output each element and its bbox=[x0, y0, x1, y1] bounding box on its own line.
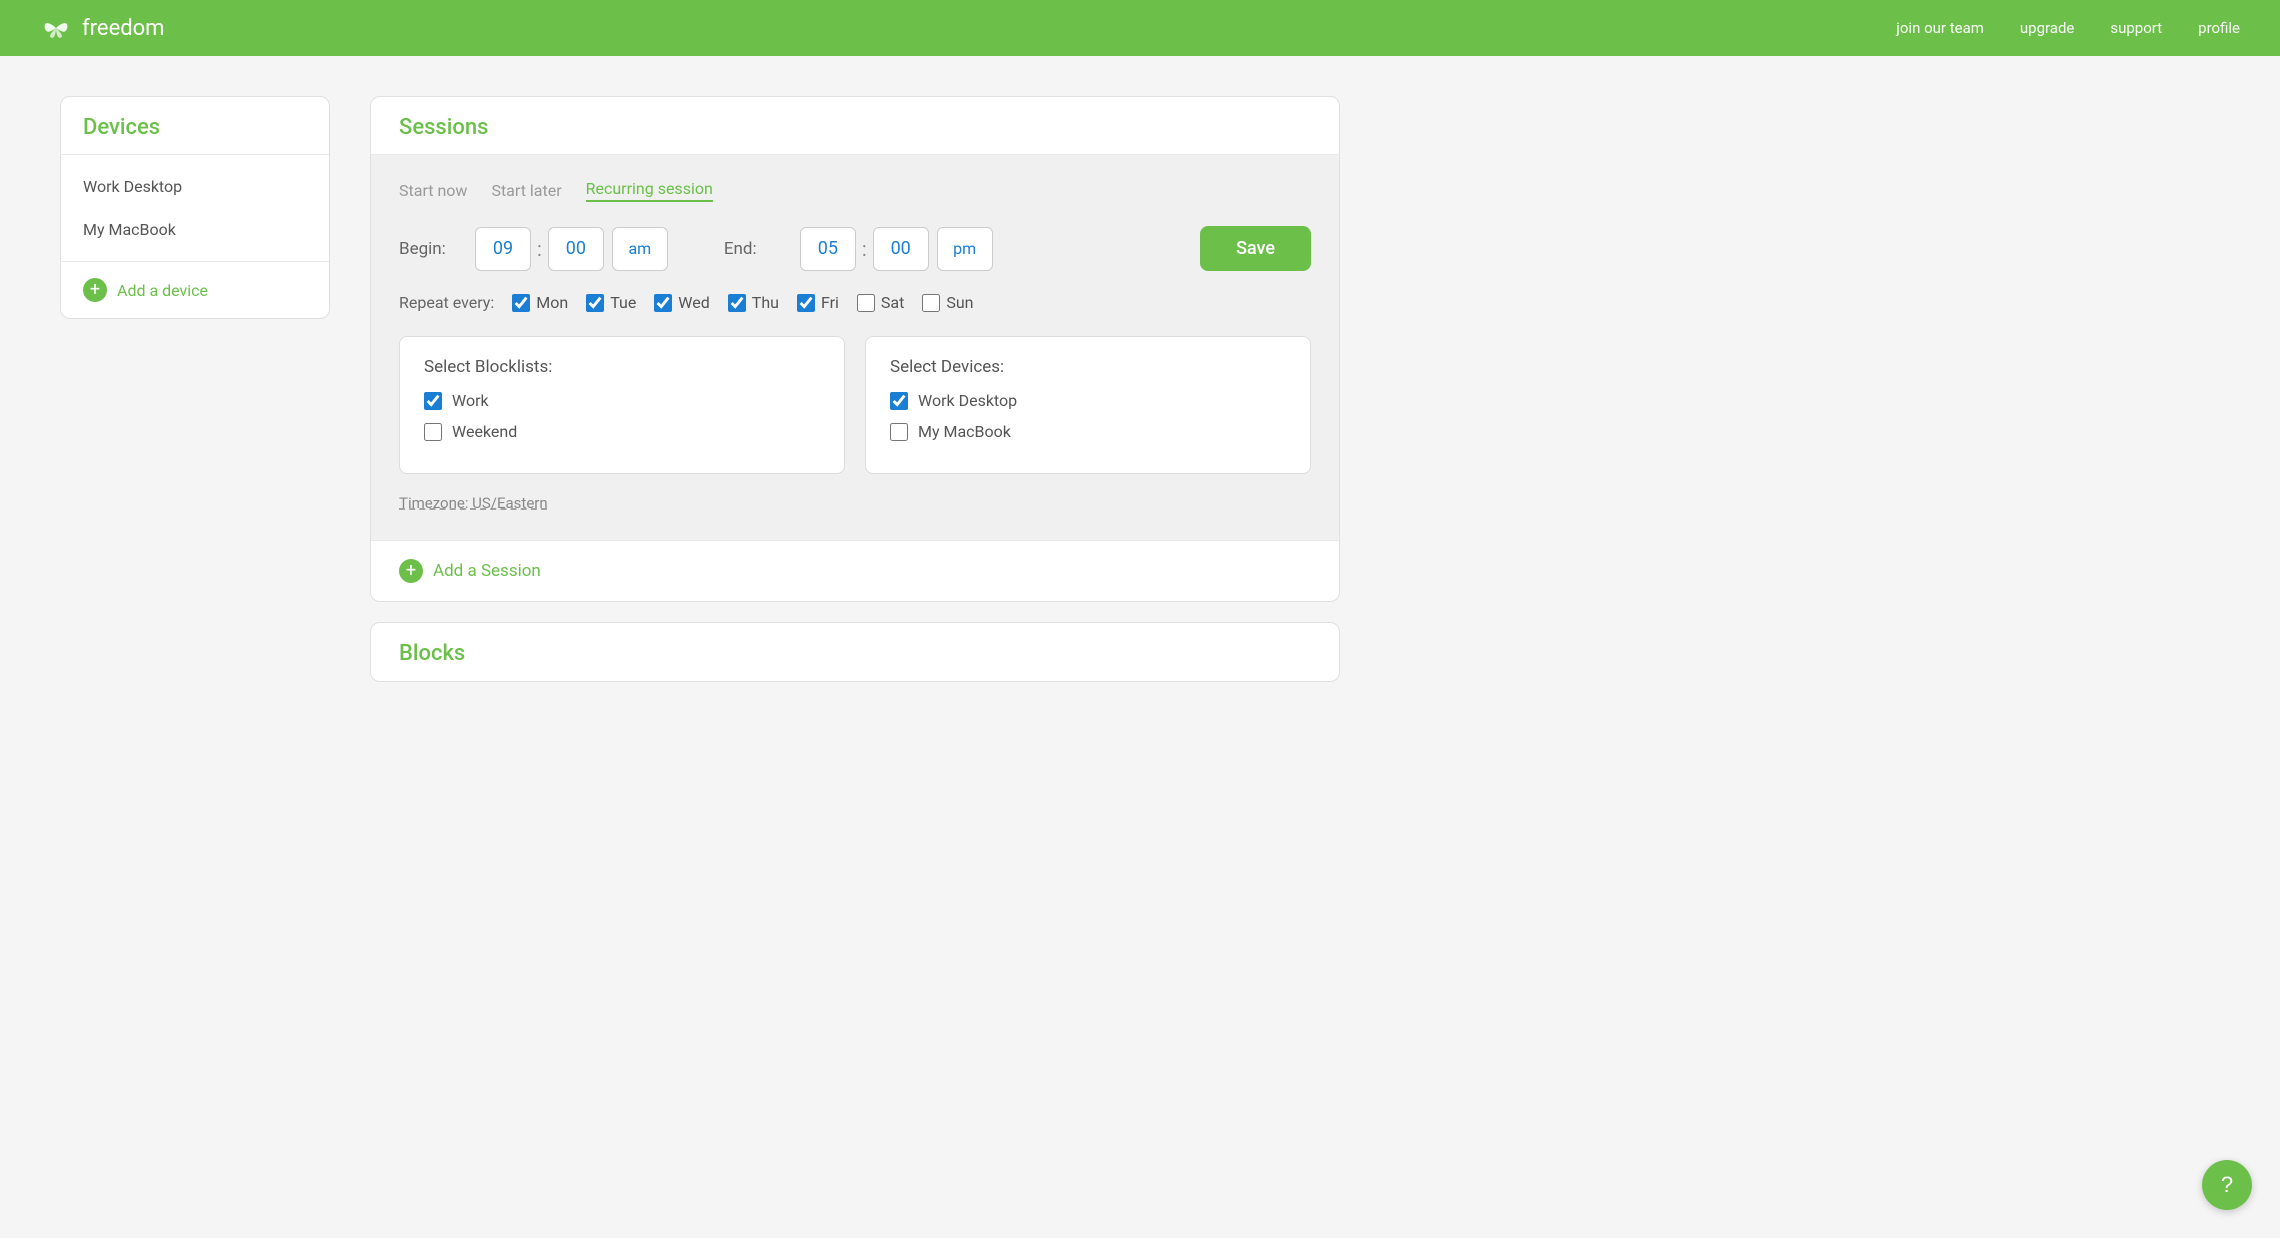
time-row: Begin: : End: : bbox=[399, 226, 1311, 271]
blocklist-weekend-label: Weekend bbox=[452, 422, 517, 441]
day-mon[interactable]: Mon bbox=[512, 293, 568, 312]
add-device-label: Add a device bbox=[117, 281, 208, 300]
sidebar-header: Devices bbox=[61, 97, 329, 155]
day-tue-checkbox[interactable] bbox=[586, 294, 604, 312]
day-wed-label: Wed bbox=[678, 293, 709, 312]
begin-min-input[interactable] bbox=[548, 227, 604, 271]
add-session-row: + Add a Session bbox=[371, 540, 1339, 601]
day-sat-label: Sat bbox=[881, 293, 904, 312]
add-device-icon: + bbox=[83, 278, 107, 302]
select-device-macbook-label: My MacBook bbox=[918, 422, 1011, 441]
main-nav: join our team upgrade support profile bbox=[1896, 19, 2240, 37]
day-sat-checkbox[interactable] bbox=[857, 294, 875, 312]
select-devices-title: Select Devices: bbox=[890, 357, 1286, 377]
header: freedom join our team upgrade support pr… bbox=[0, 0, 2280, 56]
tab-recurring[interactable]: Recurring session bbox=[586, 179, 713, 202]
blocklist-work-checkbox[interactable] bbox=[424, 392, 442, 410]
help-button[interactable]: ? bbox=[2202, 1160, 2252, 1210]
sidebar: Devices Work Desktop My MacBook + Add a … bbox=[60, 96, 330, 682]
blocklist-weekend[interactable]: Weekend bbox=[424, 422, 820, 441]
sessions-card: Sessions Start now Start later Recurring… bbox=[370, 96, 1340, 602]
end-hour-input[interactable] bbox=[800, 227, 856, 271]
day-sun-label: Sun bbox=[946, 293, 973, 312]
day-thu-label: Thu bbox=[752, 293, 779, 312]
sessions-title: Sessions bbox=[399, 115, 1311, 140]
select-device-macbook[interactable]: My MacBook bbox=[890, 422, 1286, 441]
blocklist-work[interactable]: Work bbox=[424, 391, 820, 410]
day-sat[interactable]: Sat bbox=[857, 293, 904, 312]
day-mon-label: Mon bbox=[536, 293, 568, 312]
logo: freedom bbox=[40, 12, 164, 44]
end-label: End: bbox=[724, 239, 784, 259]
nav-upgrade[interactable]: upgrade bbox=[2020, 19, 2074, 37]
devices-card: Devices Work Desktop My MacBook + Add a … bbox=[60, 96, 330, 319]
day-wed[interactable]: Wed bbox=[654, 293, 709, 312]
begin-time-inputs: : bbox=[475, 227, 668, 271]
day-mon-checkbox[interactable] bbox=[512, 294, 530, 312]
day-wed-checkbox[interactable] bbox=[654, 294, 672, 312]
device-item-work-desktop[interactable]: Work Desktop bbox=[61, 165, 329, 208]
days-row: Repeat every: Mon Tue Wed bbox=[399, 293, 1311, 312]
day-tue-label: Tue bbox=[610, 293, 636, 312]
session-body: Start now Start later Recurring session … bbox=[371, 155, 1339, 540]
day-thu-checkbox[interactable] bbox=[728, 294, 746, 312]
begin-ampm-input[interactable] bbox=[612, 227, 668, 271]
day-thu[interactable]: Thu bbox=[728, 293, 779, 312]
begin-label: Begin: bbox=[399, 239, 459, 259]
begin-hour-input[interactable] bbox=[475, 227, 531, 271]
select-device-macbook-checkbox[interactable] bbox=[890, 423, 908, 441]
blocklist-weekend-checkbox[interactable] bbox=[424, 423, 442, 441]
end-ampm-input[interactable] bbox=[937, 227, 993, 271]
blocks-card: Blocks bbox=[370, 622, 1340, 682]
begin-time-sep: : bbox=[535, 237, 544, 261]
add-device-button[interactable]: + Add a device bbox=[83, 278, 208, 302]
day-sun-checkbox[interactable] bbox=[922, 294, 940, 312]
end-time-inputs: : bbox=[800, 227, 993, 271]
save-button[interactable]: Save bbox=[1200, 226, 1311, 271]
timezone[interactable]: Timezone: US/Eastern bbox=[399, 494, 1311, 512]
repeat-label: Repeat every: bbox=[399, 293, 494, 312]
butterfly-icon bbox=[40, 12, 72, 44]
blocklists-title: Select Blocklists: bbox=[424, 357, 820, 377]
end-group: End: : bbox=[724, 227, 993, 271]
day-fri[interactable]: Fri bbox=[797, 293, 839, 312]
nav-profile[interactable]: profile bbox=[2198, 19, 2240, 37]
blocks-header: Blocks bbox=[371, 623, 1339, 680]
blocklist-work-label: Work bbox=[452, 391, 489, 410]
end-min-input[interactable] bbox=[873, 227, 929, 271]
sessions-header: Sessions bbox=[371, 97, 1339, 155]
end-time-sep: : bbox=[860, 237, 869, 261]
add-session-button[interactable]: + Add a Session bbox=[399, 559, 541, 583]
blocklists-panel: Select Blocklists: Work Weekend bbox=[399, 336, 845, 474]
add-session-label: Add a Session bbox=[433, 561, 541, 581]
sidebar-footer: + Add a device bbox=[61, 261, 329, 318]
select-panels: Select Blocklists: Work Weekend Select D… bbox=[399, 336, 1311, 474]
blocks-title: Blocks bbox=[399, 641, 1311, 666]
select-device-work-desktop-label: Work Desktop bbox=[918, 391, 1017, 410]
select-devices-panel: Select Devices: Work Desktop My MacBook bbox=[865, 336, 1311, 474]
select-device-work-desktop[interactable]: Work Desktop bbox=[890, 391, 1286, 410]
nav-join[interactable]: join our team bbox=[1896, 19, 1984, 37]
session-tabs: Start now Start later Recurring session bbox=[399, 179, 1311, 202]
devices-list: Work Desktop My MacBook bbox=[61, 155, 329, 261]
day-tue[interactable]: Tue bbox=[586, 293, 636, 312]
select-device-work-desktop-checkbox[interactable] bbox=[890, 392, 908, 410]
main-content: Devices Work Desktop My MacBook + Add a … bbox=[0, 56, 1400, 722]
right-content: Sessions Start now Start later Recurring… bbox=[370, 96, 1340, 682]
day-sun[interactable]: Sun bbox=[922, 293, 973, 312]
day-fri-label: Fri bbox=[821, 293, 839, 312]
sidebar-title: Devices bbox=[83, 115, 307, 140]
tab-start-later[interactable]: Start later bbox=[491, 181, 561, 200]
logo-text: freedom bbox=[82, 16, 164, 41]
device-item-macbook[interactable]: My MacBook bbox=[61, 208, 329, 251]
day-fri-checkbox[interactable] bbox=[797, 294, 815, 312]
add-session-icon: + bbox=[399, 559, 423, 583]
tab-start-now[interactable]: Start now bbox=[399, 181, 467, 200]
nav-support[interactable]: support bbox=[2110, 19, 2162, 37]
